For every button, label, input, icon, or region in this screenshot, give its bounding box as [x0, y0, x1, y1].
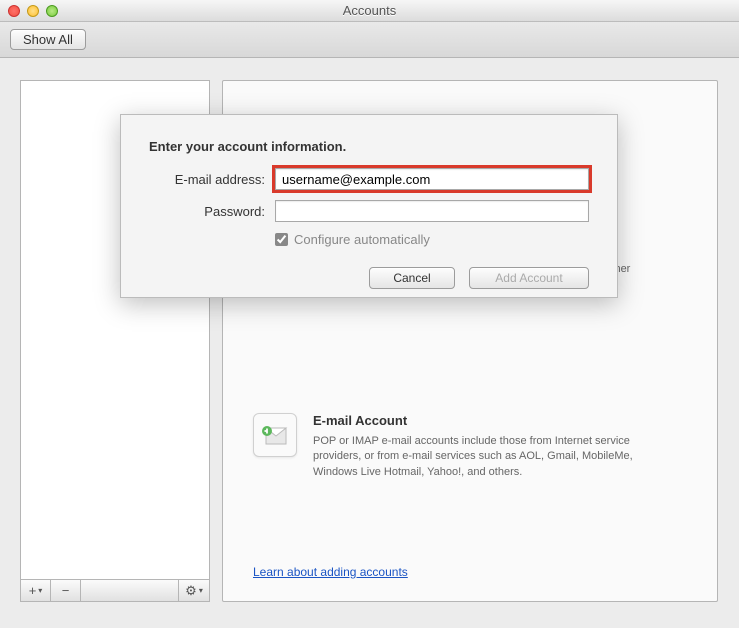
chevron-down-icon: ▾ [199, 586, 203, 595]
zoom-icon[interactable] [46, 5, 58, 17]
content-area: + ▾ − ⚙ ▾ ..., select an account type. [0, 58, 739, 628]
sidebar-footer: + ▾ − ⚙ ▾ [20, 580, 210, 602]
email-input[interactable] [275, 168, 589, 190]
password-row: Password: [149, 200, 589, 222]
chevron-down-icon: ▾ [38, 586, 42, 595]
remove-account-button[interactable]: − [51, 580, 81, 601]
email-desc: POP or IMAP e-mail accounts include thos… [313, 434, 653, 480]
minus-icon: − [62, 583, 70, 598]
gear-icon: ⚙ [185, 583, 197, 599]
accounts-window: Accounts Show All + ▾ − ⚙ ▾ ..., select … [0, 0, 739, 628]
email-text: E-mail Account POP or IMAP e-mail accoun… [313, 413, 653, 480]
configure-checkbox[interactable] [275, 233, 288, 246]
toolbar: Show All [0, 22, 739, 58]
window-controls [8, 5, 58, 17]
email-icon [253, 413, 297, 457]
account-info-sheet: Enter your account information. E-mail a… [120, 114, 618, 298]
footer-spacer [81, 580, 179, 601]
email-row: E-mail address: [149, 168, 589, 190]
configure-label: Configure automatically [294, 232, 430, 247]
show-all-button[interactable]: Show All [10, 29, 86, 50]
add-account-button[interactable]: Add Account [469, 267, 589, 289]
settings-menu-button[interactable]: ⚙ ▾ [179, 580, 209, 601]
configure-row: Configure automatically [275, 232, 589, 247]
sheet-heading: Enter your account information. [149, 139, 589, 154]
learn-link[interactable]: Learn about adding accounts [253, 565, 408, 579]
titlebar: Accounts [0, 0, 739, 22]
plus-icon: + [29, 583, 37, 598]
minimize-icon[interactable] [27, 5, 39, 17]
window-title: Accounts [8, 3, 731, 18]
close-icon[interactable] [8, 5, 20, 17]
email-title: E-mail Account [313, 413, 653, 428]
email-account-row[interactable]: E-mail Account POP or IMAP e-mail accoun… [253, 413, 687, 480]
button-row: Cancel Add Account [149, 267, 589, 289]
cancel-button[interactable]: Cancel [369, 267, 455, 289]
email-label: E-mail address: [149, 172, 265, 187]
add-account-button[interactable]: + ▾ [21, 580, 51, 601]
password-label: Password: [149, 204, 265, 219]
password-input[interactable] [275, 200, 589, 222]
